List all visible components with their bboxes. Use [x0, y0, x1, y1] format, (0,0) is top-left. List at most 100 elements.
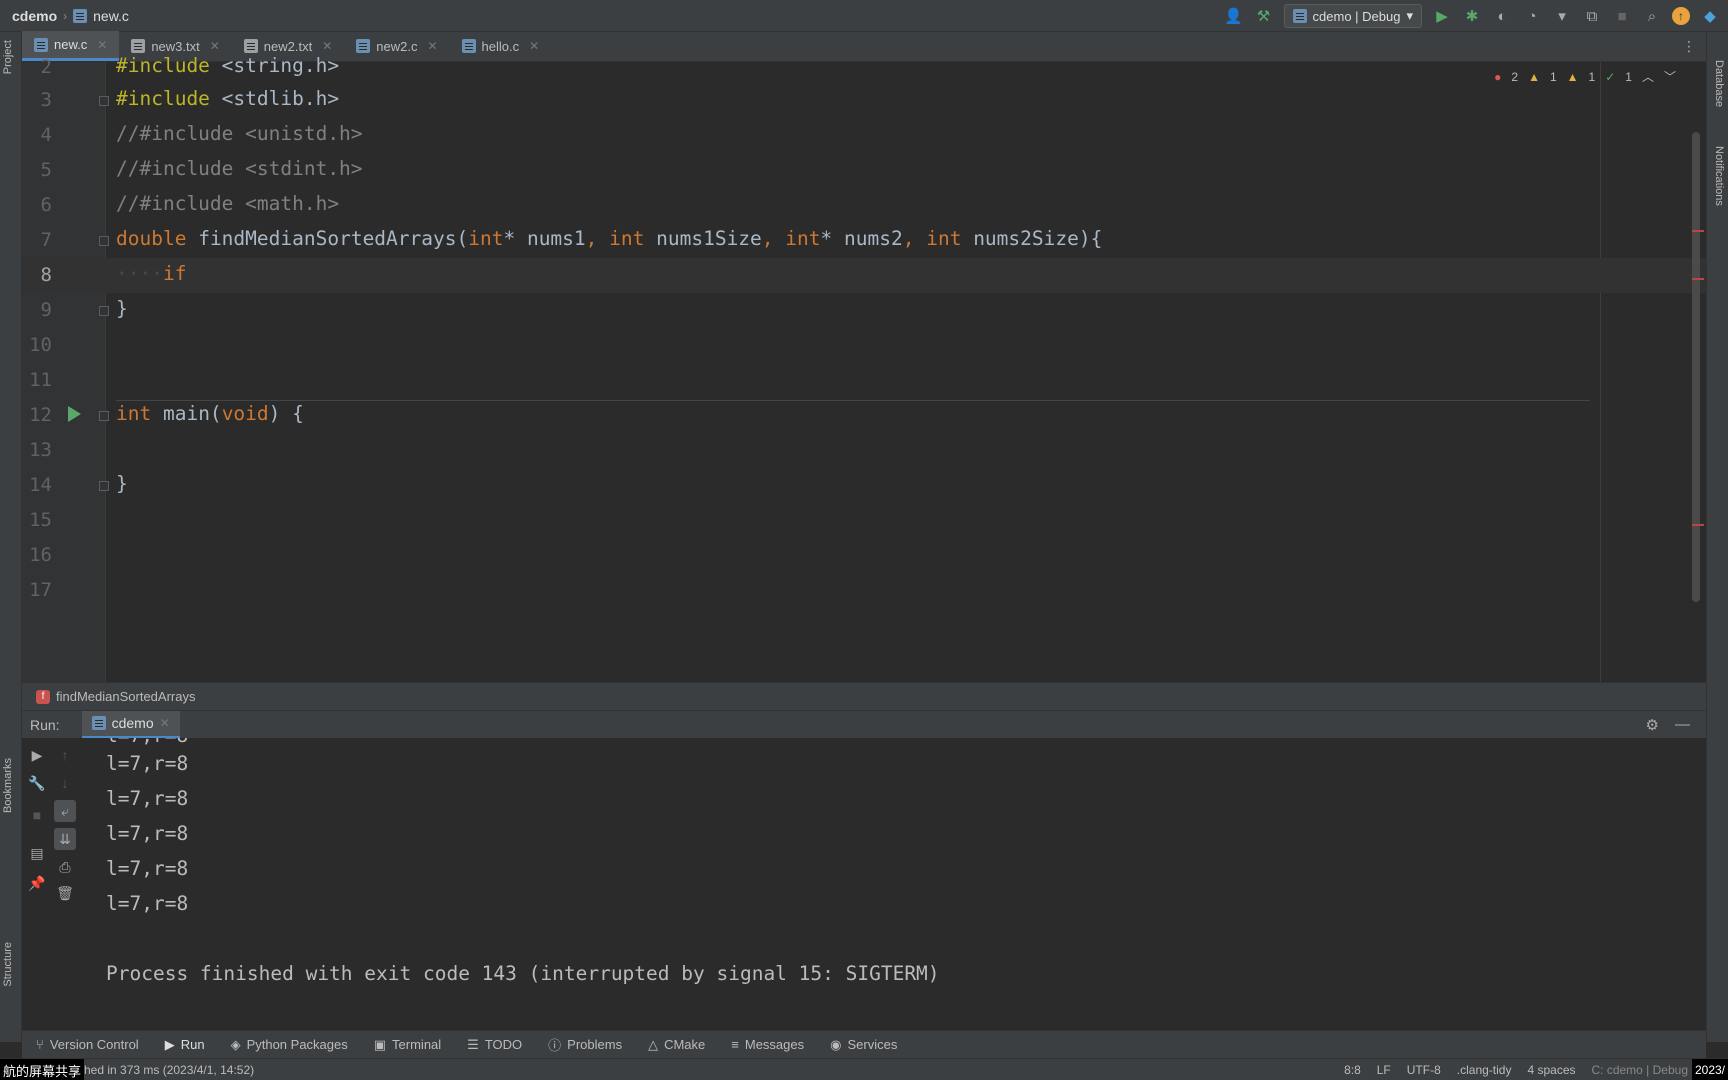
- linter-config[interactable]: .clang-tidy: [1457, 1063, 1512, 1077]
- run-console[interactable]: ▶ ↑ 🔧 ↓ ■ ⤶ ⇊ ▤ ⎙ 📌 🗑 l=7,r=8 l=7,r=8 l=…: [22, 738, 1706, 1030]
- print-icon[interactable]: ⎙: [54, 856, 76, 878]
- error-stripe-mark[interactable]: [1692, 524, 1704, 526]
- user-icon[interactable]: 👤: [1224, 6, 1244, 26]
- error-stripe-mark[interactable]: [1692, 230, 1704, 232]
- fold-marker-icon[interactable]: [99, 306, 109, 316]
- project-name[interactable]: cdemo: [12, 8, 57, 24]
- tab-problems[interactable]: ⓘ Problems: [548, 1035, 622, 1054]
- trash-icon[interactable]: 🗑: [54, 882, 76, 904]
- code-line[interactable]: 12 int main(void) {: [22, 398, 1706, 433]
- project-tool-button[interactable]: Project: [2, 40, 14, 74]
- code-line[interactable]: 17: [22, 573, 1706, 608]
- run-configuration-select[interactable]: cdemo | Debug ▾: [1283, 4, 1422, 28]
- code-line[interactable]: 10: [22, 328, 1706, 363]
- code-editor[interactable]: 2 #include <string.h> 3 #include <stdlib…: [22, 54, 1706, 682]
- jetbrains-logo-icon[interactable]: ◆: [1700, 6, 1720, 26]
- code-line[interactable]: 13: [22, 433, 1706, 468]
- attach-debugger-icon[interactable]: ⧉: [1582, 6, 1602, 26]
- stop-icon[interactable]: ■: [26, 804, 48, 826]
- profiler-icon[interactable]: ◔: [1522, 6, 1542, 26]
- line-number: 5: [40, 159, 52, 181]
- terminal-icon: ▣: [373, 1036, 387, 1052]
- debug-bug-icon[interactable]: ✱: [1462, 6, 1482, 26]
- code-line[interactable]: 3 #include <stdlib.h>: [22, 83, 1706, 118]
- fold-marker-icon[interactable]: [99, 411, 109, 421]
- tab-services[interactable]: ◉ Services: [830, 1037, 897, 1053]
- code-line-current[interactable]: 8 ····if: [22, 258, 1706, 293]
- tab-run[interactable]: ▶ Run: [165, 1037, 205, 1053]
- branch-icon: ⑂: [36, 1037, 44, 1052]
- code-line[interactable]: 15: [22, 503, 1706, 538]
- run-icon[interactable]: ▶: [1432, 6, 1452, 26]
- build-hammer-icon[interactable]: ⚒: [1254, 6, 1274, 26]
- pin-icon[interactable]: 📌: [26, 872, 48, 894]
- rerun-icon[interactable]: ▶: [26, 744, 48, 766]
- tab-terminal[interactable]: ▣ Terminal: [374, 1037, 441, 1053]
- bookmarks-tool-button[interactable]: Bookmarks: [2, 758, 14, 813]
- arrow-down-icon[interactable]: ↓: [54, 772, 76, 794]
- console-line: l=7,r=8: [106, 738, 188, 747]
- scroll-to-end-icon[interactable]: ⇊: [54, 828, 76, 850]
- minimize-icon[interactable]: —: [1675, 716, 1690, 734]
- tab-version-control[interactable]: ⑂ Version Control: [36, 1037, 139, 1052]
- status-bar: 航的屏幕共享 hed in 373 ms (2023/4/1, 14:52) 8…: [0, 1058, 1728, 1080]
- current-file-name[interactable]: new.c: [93, 8, 129, 24]
- file-encoding[interactable]: UTF-8: [1407, 1063, 1441, 1077]
- tab-cmake[interactable]: △ CMake: [648, 1037, 705, 1053]
- code-line[interactable]: 14 }: [22, 468, 1706, 503]
- warning-icon: ▲: [1528, 69, 1540, 84]
- fold-marker-icon[interactable]: [99, 96, 109, 106]
- fold-marker-icon[interactable]: [99, 236, 109, 246]
- stop-icon[interactable]: ■: [1612, 6, 1632, 26]
- console-line: l=7,r=8: [106, 787, 189, 810]
- run-configuration-label: cdemo | Debug: [1312, 8, 1401, 24]
- caret-position[interactable]: 8:8: [1344, 1063, 1361, 1077]
- database-tool-button[interactable]: Database: [1713, 60, 1725, 107]
- more-run-options-icon[interactable]: ▾: [1552, 6, 1572, 26]
- tab-messages[interactable]: ≡ Messages: [731, 1037, 804, 1052]
- chevron-down-icon[interactable]: ﹀: [1664, 68, 1676, 85]
- search-icon[interactable]: ⌕: [1642, 6, 1662, 26]
- tab-todo[interactable]: ☰ TODO: [467, 1037, 522, 1053]
- code-line[interactable]: 11: [22, 363, 1706, 398]
- close-icon[interactable]: ✕: [160, 716, 170, 730]
- code-text: //#include <math.h>: [116, 192, 340, 215]
- function-icon: f: [36, 689, 50, 704]
- tab-python-packages[interactable]: ◈ Python Packages: [231, 1037, 348, 1053]
- inspection-widget[interactable]: ● 2 ▲ 1 ▲ 1 ✓ 1 ︿ ﹀: [1494, 68, 1676, 85]
- structure-tool-button[interactable]: Structure: [2, 942, 14, 987]
- fold-marker-icon[interactable]: [99, 481, 109, 491]
- layout-icon[interactable]: ▤: [26, 842, 48, 864]
- config-icon: [91, 716, 106, 730]
- run-tab-cdemo[interactable]: cdemo ✕: [81, 710, 180, 739]
- code-line[interactable]: 9 }: [22, 293, 1706, 328]
- chevron-up-icon[interactable]: ︿: [1642, 68, 1654, 85]
- code-line[interactable]: 6 //#include <math.h>: [22, 188, 1706, 223]
- indent-setting[interactable]: 4 spaces: [1527, 1063, 1575, 1077]
- update-icon[interactable]: ↑: [1672, 7, 1690, 25]
- run-gutter-icon[interactable]: [68, 406, 81, 422]
- resolve-context[interactable]: C: cdemo | Debug: [1592, 1063, 1689, 1077]
- code-line[interactable]: 2 #include <string.h>: [22, 50, 1706, 85]
- breadcrumb-function[interactable]: findMedianSortedArrays: [56, 689, 195, 704]
- code-text: //#include <unistd.h>: [116, 122, 363, 145]
- line-number: 10: [29, 334, 52, 356]
- wrench-icon[interactable]: 🔧: [26, 772, 48, 794]
- line-number: 17: [29, 579, 52, 601]
- gear-icon[interactable]: ⚙: [1646, 716, 1659, 734]
- error-stripe-mark[interactable]: [1692, 278, 1704, 280]
- info-icon: ⓘ: [548, 1038, 562, 1053]
- soft-wrap-icon[interactable]: ⤶: [54, 800, 76, 822]
- line-separator[interactable]: LF: [1377, 1063, 1391, 1077]
- coverage-icon[interactable]: ◐: [1492, 6, 1512, 26]
- code-line[interactable]: 7 double findMedianSortedArrays(int* num…: [22, 223, 1706, 258]
- notifications-tool-button[interactable]: Notifications: [1713, 146, 1725, 206]
- code-line[interactable]: 5 //#include <stdint.h>: [22, 153, 1706, 188]
- code-line[interactable]: 16: [22, 538, 1706, 573]
- arrow-up-icon[interactable]: ↑: [54, 744, 76, 766]
- editor-scrollbar[interactable]: [1692, 132, 1700, 602]
- warning-count: 1: [1549, 69, 1557, 84]
- code-text: //#include <stdint.h>: [116, 157, 363, 180]
- toolbar: 👤 ⚒ cdemo | Debug ▾ ▶ ✱ ◐ ◔ ▾ ⧉ ■ ⌕ ↑ ◆: [1224, 0, 1728, 32]
- code-line[interactable]: 4 //#include <unistd.h>: [22, 118, 1706, 153]
